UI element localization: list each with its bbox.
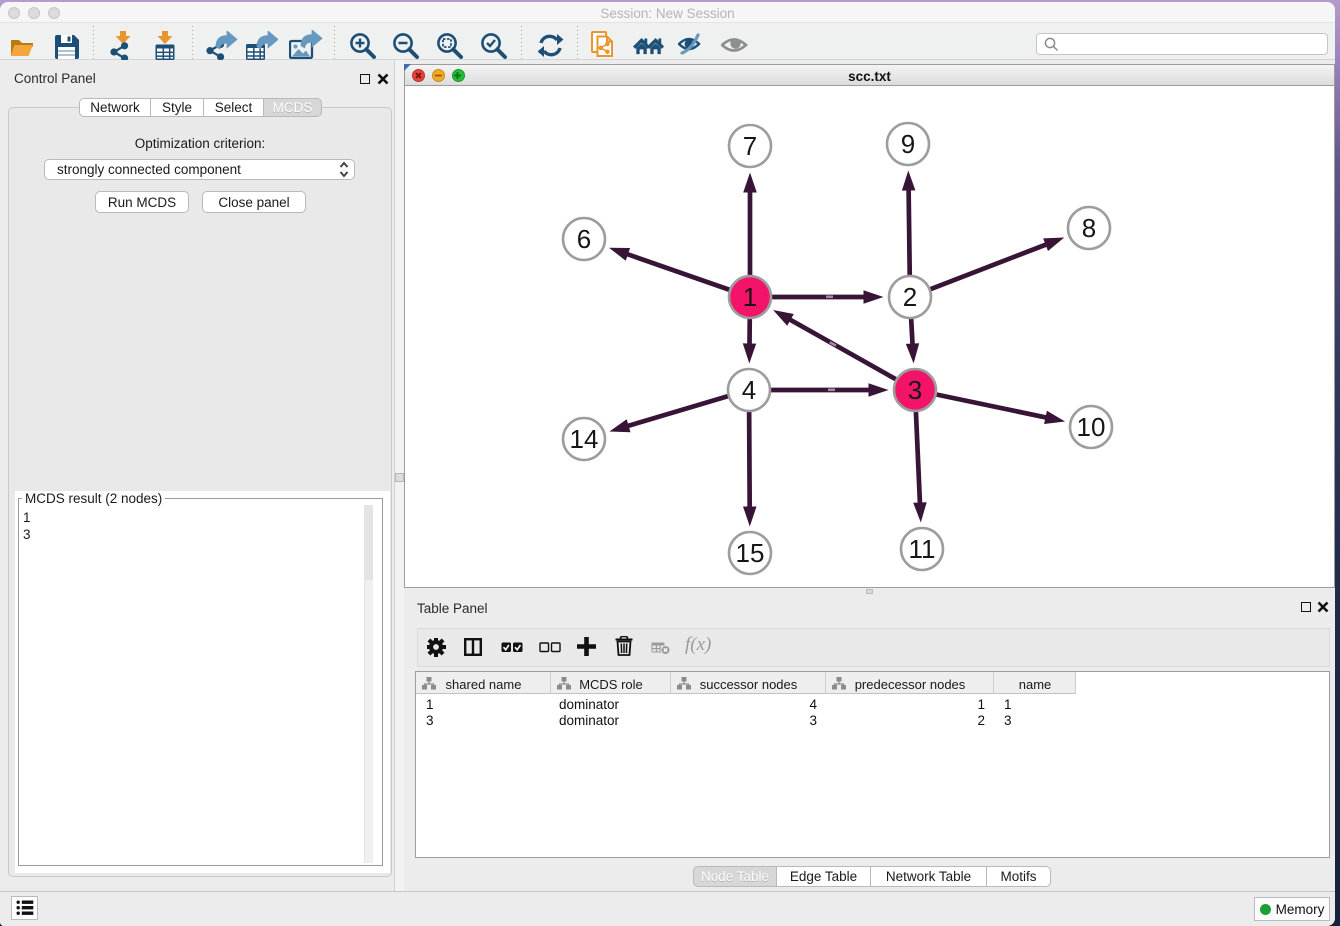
svg-text:6: 6: [577, 224, 591, 254]
svg-text:4: 4: [742, 375, 756, 405]
svg-text:15: 15: [736, 538, 765, 568]
svg-text:3: 3: [908, 375, 922, 405]
svg-text:11: 11: [909, 534, 936, 564]
svg-text:7: 7: [743, 131, 757, 161]
svg-text:14: 14: [570, 424, 599, 454]
svg-text:1: 1: [743, 282, 757, 312]
svg-text:8: 8: [1082, 213, 1096, 243]
svg-text:2: 2: [903, 282, 917, 312]
svg-text:10: 10: [1077, 412, 1106, 442]
svg-text:9: 9: [901, 129, 915, 159]
